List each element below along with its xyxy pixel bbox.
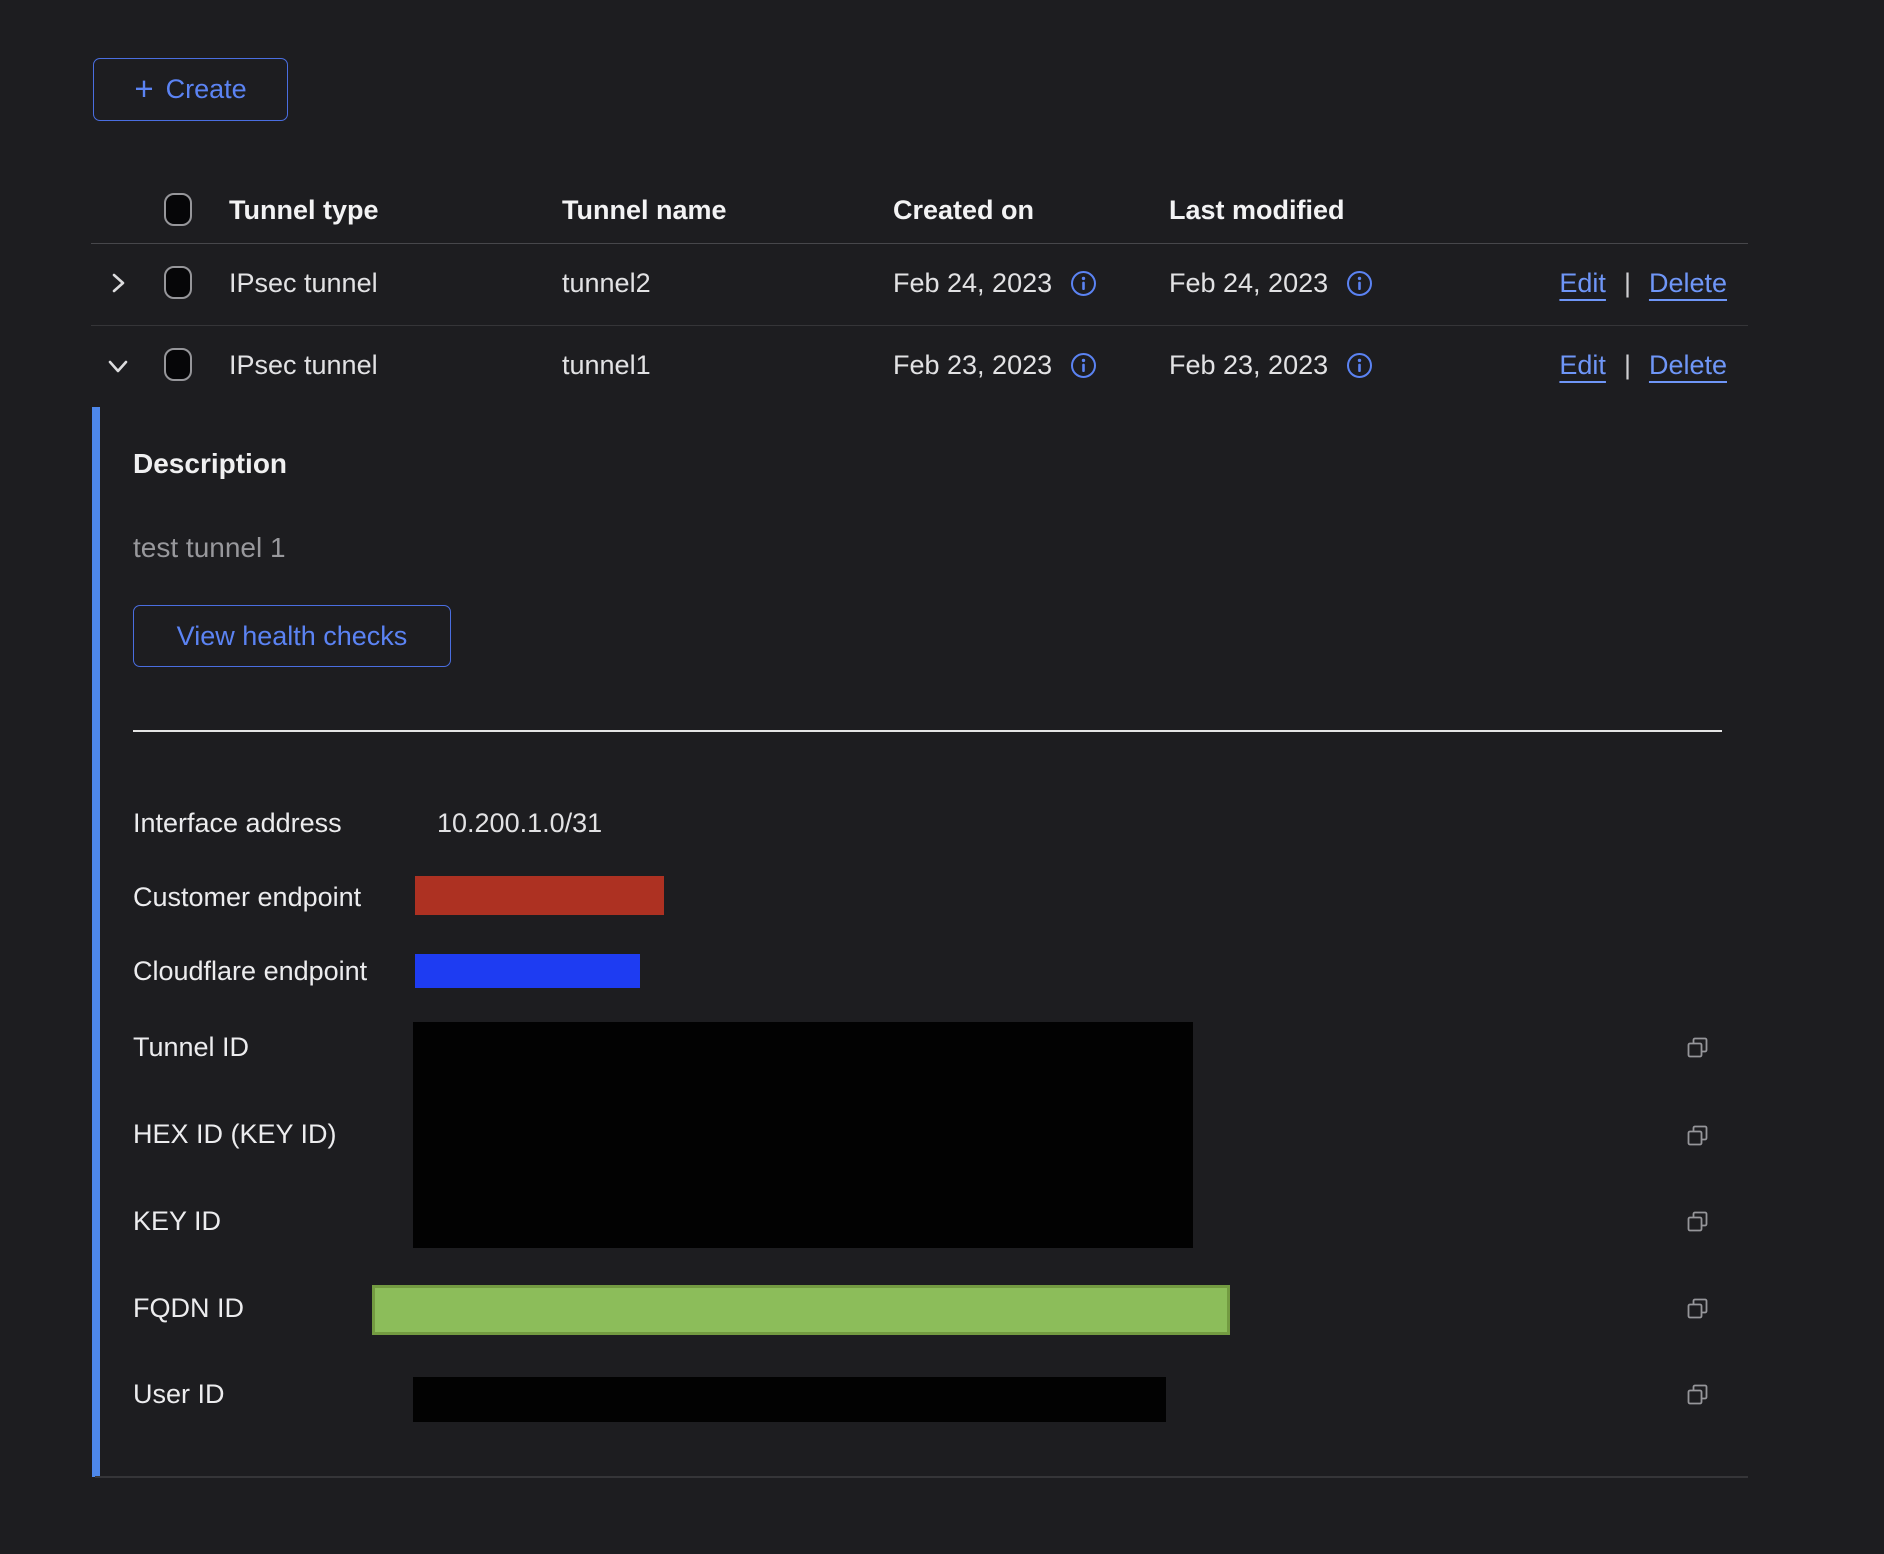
- expanded-row-indicator-bar: [92, 407, 100, 1477]
- key-id-label: KEY ID: [133, 1204, 221, 1238]
- edit-link[interactable]: Edit: [1559, 267, 1606, 299]
- info-icon[interactable]: [1346, 352, 1373, 379]
- description-value: test tunnel 1: [133, 531, 286, 565]
- action-separator: |: [1624, 267, 1631, 299]
- plus-icon: +: [134, 72, 153, 105]
- info-icon[interactable]: [1070, 270, 1097, 297]
- created-on-value: Feb 23, 2023: [893, 349, 1052, 381]
- header-tunnel-name: Tunnel name: [562, 194, 727, 226]
- view-health-checks-label: View health checks: [177, 621, 408, 652]
- created-on-cell: Feb 24, 2023: [893, 267, 1097, 299]
- user-id-label: User ID: [133, 1377, 225, 1411]
- chevron-right-icon[interactable]: [104, 269, 132, 297]
- create-button-label: Create: [166, 74, 247, 105]
- fqdn-id-redaction: [372, 1285, 1230, 1335]
- header-divider: [91, 243, 1748, 244]
- user-id-redaction: [413, 1377, 1166, 1422]
- tunnel-type-value: IPsec tunnel: [229, 267, 378, 299]
- row-checkbox[interactable]: [164, 266, 192, 299]
- customer-endpoint-label: Customer endpoint: [133, 880, 361, 914]
- delete-link[interactable]: Delete: [1649, 349, 1727, 381]
- hex-id-label: HEX ID (KEY ID): [133, 1117, 337, 1151]
- copy-icon[interactable]: [1686, 1297, 1710, 1321]
- copy-icon[interactable]: [1686, 1036, 1710, 1060]
- interface-address-value: 10.200.1.0/31: [437, 806, 602, 840]
- panel-divider: [133, 730, 1722, 732]
- chevron-down-icon[interactable]: [104, 352, 132, 380]
- fqdn-id-label: FQDN ID: [133, 1291, 244, 1325]
- created-on-value: Feb 24, 2023: [893, 267, 1052, 299]
- copy-icon[interactable]: [1686, 1383, 1710, 1407]
- last-modified-value: Feb 24, 2023: [1169, 267, 1328, 299]
- action-separator: |: [1624, 349, 1631, 381]
- cloudflare-endpoint-label: Cloudflare endpoint: [133, 954, 367, 988]
- header-tunnel-type: Tunnel type: [229, 194, 379, 226]
- ids-redaction: [413, 1022, 1193, 1248]
- tunnel-id-label: Tunnel ID: [133, 1030, 249, 1064]
- last-modified-cell: Feb 24, 2023: [1169, 267, 1373, 299]
- tunnel-name-value: tunnel1: [562, 349, 651, 381]
- last-modified-value: Feb 23, 2023: [1169, 349, 1328, 381]
- description-label: Description: [133, 447, 287, 481]
- tunnel-type-value: IPsec tunnel: [229, 349, 378, 381]
- delete-link[interactable]: Delete: [1649, 267, 1727, 299]
- header-last-modified: Last modified: [1169, 194, 1345, 226]
- header-created-on: Created on: [893, 194, 1034, 226]
- info-icon[interactable]: [1346, 270, 1373, 297]
- edit-link[interactable]: Edit: [1559, 349, 1606, 381]
- row-checkbox[interactable]: [164, 348, 192, 381]
- tunnel-name-value: tunnel2: [562, 267, 651, 299]
- copy-icon[interactable]: [1686, 1210, 1710, 1234]
- created-on-cell: Feb 23, 2023: [893, 349, 1097, 381]
- interface-address-label: Interface address: [133, 806, 342, 840]
- row-divider: [91, 325, 1748, 326]
- expanded-row-bottom-divider: [95, 1476, 1748, 1478]
- copy-icon[interactable]: [1686, 1124, 1710, 1148]
- create-button[interactable]: + Create: [93, 58, 288, 121]
- row-actions: Edit | Delete: [1559, 349, 1727, 381]
- last-modified-cell: Feb 23, 2023: [1169, 349, 1373, 381]
- customer-endpoint-redaction: [415, 876, 664, 915]
- row-actions: Edit | Delete: [1559, 267, 1727, 299]
- select-all-checkbox[interactable]: [164, 193, 192, 226]
- cloudflare-endpoint-redaction: [415, 954, 640, 988]
- view-health-checks-button[interactable]: View health checks: [133, 605, 451, 667]
- info-icon[interactable]: [1070, 352, 1097, 379]
- ipsec-tunnels-page: + Create Tunnel type Tunnel name Created…: [0, 0, 1884, 1554]
